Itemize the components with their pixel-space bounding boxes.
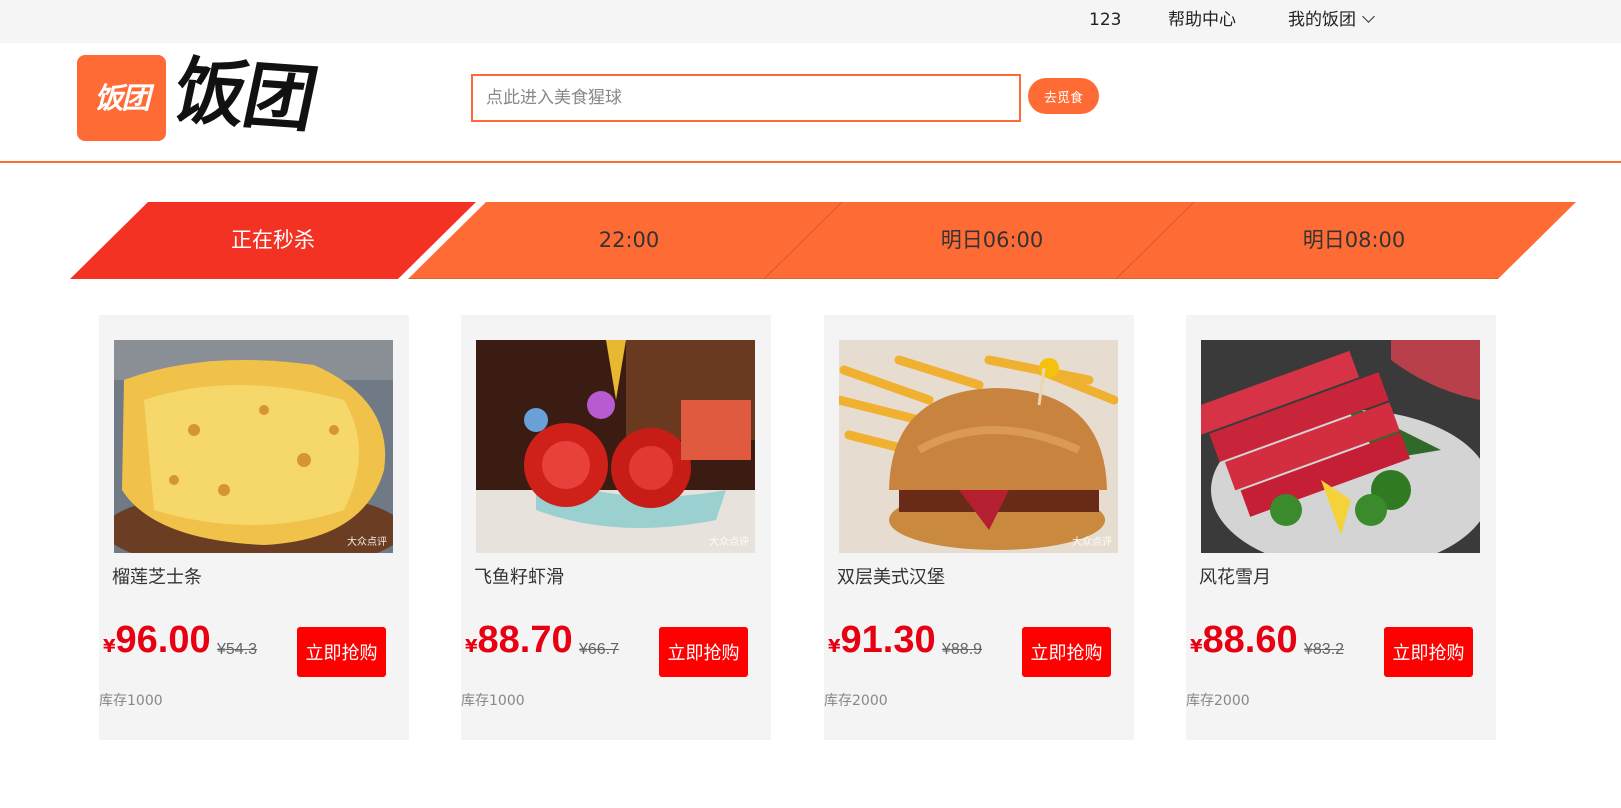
beef-image[interactable] — [1201, 340, 1480, 553]
rose-dish-image[interactable]: 大众点评 — [476, 340, 755, 553]
top-utility-bar: 123 帮助中心 我的饭团 — [0, 0, 1621, 43]
current-price: ¥91.30 — [828, 619, 936, 661]
buy-now-button[interactable]: 立即抢购 — [659, 627, 748, 677]
buy-now-button[interactable]: 立即抢购 — [297, 627, 386, 677]
user-id-link[interactable]: 123 — [1089, 9, 1121, 31]
current-price: ¥88.60 — [1190, 619, 1298, 661]
logo-wordmark[interactable]: 饭团 — [166, 42, 324, 148]
tab-2200[interactable]: 22:00 — [529, 226, 729, 254]
stock-count: 库存2000 — [1186, 693, 1250, 709]
stock-count: 库存1000 — [99, 693, 163, 709]
watermark: 大众点评 — [1072, 537, 1112, 548]
my-account-label: 我的饭团 — [1288, 10, 1356, 30]
original-price: ¥54.3 — [217, 641, 258, 658]
burger-image[interactable]: 大众点评 — [839, 340, 1118, 553]
current-price: ¥96.00 — [103, 619, 211, 661]
flash-sale-time-tabs: 正在秒杀 22:00 明日06:00 明日08:00 — [70, 202, 1576, 279]
buy-now-button[interactable]: 立即抢购 — [1022, 627, 1111, 677]
buy-now-button[interactable]: 立即抢购 — [1384, 627, 1473, 677]
product-name[interactable]: 风花雪月 — [1199, 565, 1271, 591]
original-price: ¥66.7 — [579, 641, 620, 658]
tab-tomorrow-0800[interactable]: 明日08:00 — [1254, 226, 1454, 254]
product-name[interactable]: 双层美式汉堡 — [837, 565, 945, 591]
product-name[interactable]: 榴莲芝士条 — [112, 565, 202, 591]
tab-flash-sale-now[interactable]: 正在秒杀 — [173, 226, 373, 254]
product-card: 大众点评 飞鱼籽虾滑 ¥88.70 ¥66.7 立即抢购 库存1000 — [461, 315, 771, 740]
watermark: 大众点评 — [347, 537, 387, 548]
watermark: 大众点评 — [709, 537, 749, 548]
stock-count: 库存2000 — [824, 693, 888, 709]
product-card: 大众点评 榴莲芝士条 ¥96.00 ¥54.3 立即抢购 库存1000 — [99, 315, 409, 740]
my-account-menu[interactable]: 我的饭团 — [1288, 9, 1375, 31]
product-name[interactable]: 飞鱼籽虾滑 — [474, 565, 564, 591]
original-price: ¥83.2 — [1304, 641, 1345, 658]
search-input[interactable] — [471, 74, 1021, 122]
tab-tomorrow-0600[interactable]: 明日06:00 — [892, 226, 1092, 254]
product-card: 大众点评 双层美式汉堡 ¥91.30 ¥88.9 立即抢购 库存2000 — [824, 315, 1134, 740]
chevron-down-icon — [1362, 10, 1375, 23]
original-price: ¥88.9 — [942, 641, 983, 658]
product-card: 风花雪月 ¥88.60 ¥83.2 立即抢购 库存2000 — [1186, 315, 1496, 740]
pizza-image[interactable]: 大众点评 — [114, 340, 393, 553]
current-price: ¥88.70 — [465, 619, 573, 661]
help-center-link[interactable]: 帮助中心 — [1168, 9, 1236, 31]
logo-badge[interactable]: 饭团 — [77, 55, 166, 141]
search-button[interactable]: 去觅食 — [1028, 78, 1099, 114]
stock-count: 库存1000 — [461, 693, 525, 709]
site-header: 饭团 饭团 去觅食 — [0, 43, 1621, 163]
